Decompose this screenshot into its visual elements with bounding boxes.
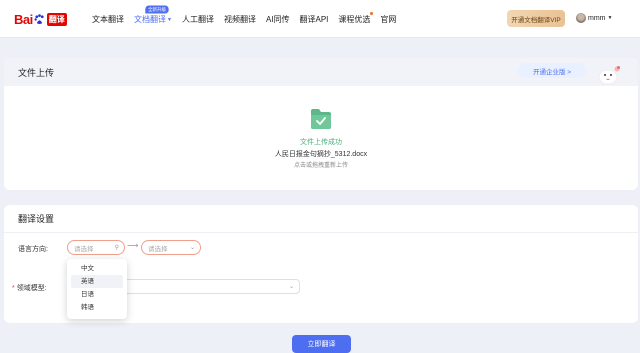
arrow-right-icon: ⟶ (127, 241, 139, 250)
logo-text: Bai (14, 11, 33, 27)
search-icon: ⚲ (114, 245, 119, 251)
nav-human-translate[interactable]: 人工翻译 (182, 14, 214, 25)
main-nav: 文本翻译 全新升级 文档翻译▼ 人工翻译 视频翻译 AI同传 翻译API 课程优… (92, 5, 406, 25)
domain-model-label: * 领域模型: (12, 283, 47, 293)
caret-down-icon: ▼ (167, 17, 172, 23)
nav-text-translate[interactable]: 文本翻译 (92, 14, 124, 25)
target-language-select[interactable]: 请选择 ⌄ (141, 240, 201, 255)
source-language-placeholder: 请选择 (74, 245, 94, 253)
baidu-paw-icon (34, 13, 44, 24)
chevron-down-icon: ⌄ (189, 245, 195, 251)
baidu-translate-logo[interactable]: Bai 翻译 (14, 11, 67, 27)
nav-label: 课程优选 (338, 15, 371, 24)
nav-ai-interpret[interactable]: AI同传 (266, 14, 290, 25)
avatar (576, 13, 586, 23)
nav-label: 翻译API (299, 15, 329, 24)
upload-status-text: 文件上传成功 (300, 139, 342, 146)
source-language-select[interactable]: 请选择 ⚲ (67, 240, 125, 255)
mascot-icon (598, 66, 620, 85)
option-korean[interactable]: 韩语 (71, 301, 123, 314)
language-direction-label: 语言方向: (18, 246, 48, 253)
domain-model-label-text: 领域模型: (16, 285, 47, 292)
nav-official-site[interactable]: 官网 (380, 14, 396, 25)
new-upgrade-badge: 全新升级 (145, 5, 169, 14)
open-vip-button[interactable]: 开通文档翻译VIP (507, 10, 565, 27)
nav-label: 人工翻译 (181, 15, 214, 24)
top-navigation-bar: Bai 翻译 文本翻译 全新升级 文档翻译▼ 人工翻译 视频翻译 AI同传 翻译… (0, 0, 640, 38)
source-language-dropdown: 中文 英语 日语 韩语 (67, 259, 127, 319)
uploaded-filename: 人民日报金句摘抄_5312.docx (274, 151, 368, 158)
upload-drop-zone[interactable]: 文件上传成功 人民日报金句摘抄_5312.docx 点击或拖拽重新上传 (4, 86, 638, 190)
file-success-icon (311, 109, 331, 129)
logo-suffix: 翻译 (46, 12, 67, 26)
target-language-placeholder: 请选择 (148, 245, 168, 253)
user-menu[interactable]: mmm ▼ (576, 13, 612, 23)
nav-label: AI同传 (265, 15, 290, 24)
reupload-hint: 点击或拖拽重新上传 (293, 163, 348, 169)
settings-panel-title: 翻译设置 (4, 205, 638, 233)
notification-dot (370, 12, 374, 15)
file-upload-panel: 文件上传 开通企业版 > 文件上传成功 人民日报金句摘抄_5312.docx 点… (4, 58, 638, 190)
nav-translate-api[interactable]: 翻译API (300, 14, 329, 25)
option-english[interactable]: 英语 (71, 275, 123, 288)
nav-label: 视频翻译 (223, 15, 256, 24)
nav-label: 文档翻译 (134, 15, 166, 24)
nav-document-translate[interactable]: 全新升级 文档翻译▼ (134, 5, 172, 25)
nav-label: 官网 (380, 15, 397, 24)
translation-settings-panel: 翻译设置 语言方向: 请选择 ⚲ ⟶ 请选择 ⌄ * 领域模型: ⌄ 中文 英语 … (4, 205, 638, 323)
username: mmm (588, 14, 606, 22)
nav-label: 文本翻译 (92, 15, 124, 24)
nav-video-translate[interactable]: 视频翻译 (224, 14, 256, 25)
chevron-down-icon: ⌄ (288, 284, 294, 290)
nav-courses[interactable]: 课程优选 (338, 12, 374, 25)
translate-now-button[interactable]: 立即翻译 (292, 335, 351, 353)
required-asterisk: * (12, 285, 15, 292)
option-chinese[interactable]: 中文 (71, 262, 123, 275)
enterprise-edition-button[interactable]: 开通企业版 > (518, 63, 586, 78)
option-japanese[interactable]: 日语 (71, 288, 123, 301)
caret-down-icon: ▼ (607, 15, 613, 21)
